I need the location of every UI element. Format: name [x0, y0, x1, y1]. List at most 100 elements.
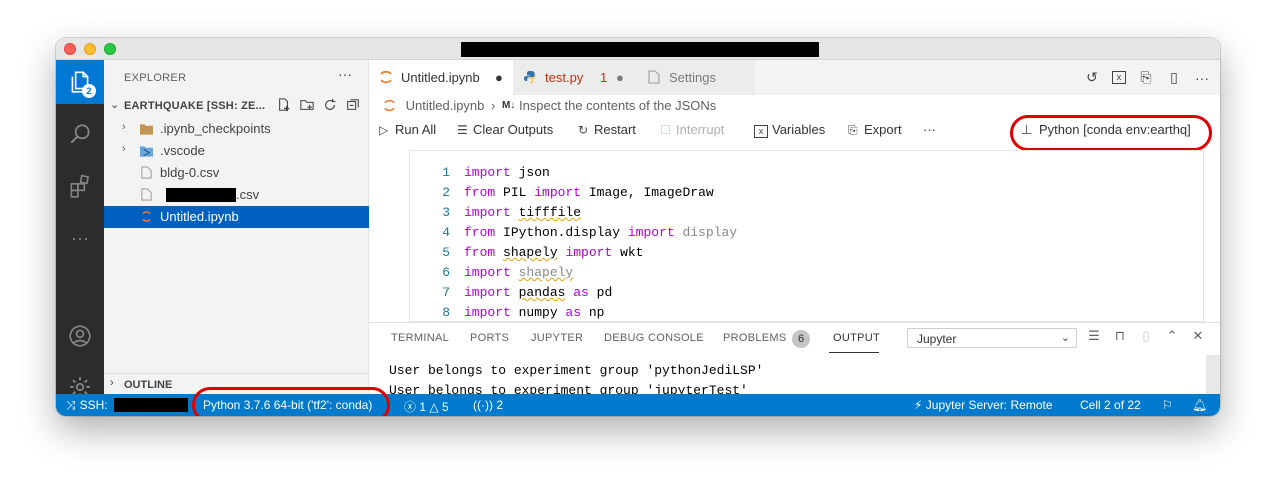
editor-actions: ↺ x ⎘ ▯ ··· — [1084, 69, 1210, 86]
server-environment-icon: ⊥ — [1021, 122, 1033, 137]
run-all-button[interactable]: ▷ Run All — [379, 122, 436, 137]
ports-status[interactable]: ((·)) 2 — [473, 398, 503, 412]
run-interactive-icon[interactable]: ⎘ — [1138, 69, 1154, 86]
tab-label: test.py — [545, 70, 584, 85]
unsaved-dot-icon[interactable]: ● — [616, 70, 624, 85]
code-editor[interactable]: 1 import json 2 from PIL import Image, Imag… — [410, 163, 737, 323]
open-in-editor-icon[interactable]: ▯ — [1138, 328, 1154, 344]
code-token: as — [565, 305, 582, 320]
tab-error-count: 1 — [600, 70, 608, 85]
lock-scroll-icon[interactable]: ⊓ — [1112, 328, 1128, 344]
tab-output[interactable]: OUTPUT — [833, 332, 880, 344]
variables-button[interactable]: x Variables — [754, 122, 825, 138]
tree-item-label: Untitled.ipynb — [160, 209, 239, 224]
notifications-bell-icon[interactable]: 🔔︎ — [1192, 398, 1207, 412]
maximize-panel-icon[interactable]: ⌃ — [1164, 328, 1180, 344]
split-editor-icon[interactable]: ▯ — [1166, 69, 1182, 86]
feedback-icon[interactable]: ⚐ — [1162, 398, 1173, 412]
refresh-icon[interactable] — [323, 98, 337, 112]
folder-icon — [140, 124, 153, 135]
more-activity-icon[interactable]: ··· — [56, 216, 104, 260]
code-token: np — [581, 305, 605, 320]
tab-settings[interactable]: Settings — [637, 60, 755, 95]
output-channel-value: Jupyter — [917, 332, 957, 346]
outline-section[interactable]: › OUTLINE — [104, 373, 369, 394]
breadcrumb-cell[interactable]: Inspect the contents of the JSONs — [519, 98, 716, 113]
tree-item-label: .vscode — [160, 143, 205, 158]
vscode-window: 2 ··· EXPLORER ··· ⌄ EARTHQUAKE [SSH: ZE… — [56, 38, 1220, 416]
chevron-right-icon: › — [110, 377, 114, 389]
tree-item-redacted-csv[interactable]: .csv — [104, 184, 369, 206]
collapse-all-icon[interactable] — [346, 98, 360, 112]
warning-icon: △ — [429, 400, 439, 414]
code-line: 4 from IPython.display import display — [410, 223, 737, 243]
code-token: import — [565, 245, 613, 260]
problems-status[interactable]: ⓧ 1 △ 5 — [404, 398, 449, 415]
code-token: PIL — [495, 185, 535, 200]
tab-debug-console[interactable]: DEBUG CONSOLE — [604, 332, 704, 344]
export-button[interactable]: ⎘ Export — [848, 122, 902, 138]
code-cell[interactable]: 1 import json 2 from PIL import Image, Imag… — [409, 150, 1204, 322]
maximize-window-button[interactable] — [104, 43, 116, 55]
chevron-right-icon: › — [122, 121, 126, 133]
minimize-window-button[interactable] — [84, 43, 96, 55]
tree-item-label: .ipynb_checkpoints — [160, 121, 271, 136]
chevron-down-icon: ⌄ — [1060, 332, 1070, 344]
breadcrumb-file[interactable]: Untitled.ipynb — [406, 98, 485, 113]
toolbar-more-button[interactable]: ··· — [923, 122, 936, 137]
more-actions-icon[interactable]: ··· — [1194, 70, 1210, 86]
active-tab-indicator — [829, 352, 879, 353]
kernel-picker[interactable]: ⊥ Python [conda env:earthq] — [1021, 122, 1191, 138]
jupyter-server-status[interactable]: ⚡ Jupyter Server: Remote — [914, 398, 1053, 412]
tab-ports[interactable]: PORTS — [470, 332, 509, 344]
code-token: import — [464, 305, 511, 320]
restart-button[interactable]: ↻ Restart — [578, 122, 636, 137]
tab-test-py[interactable]: test.py 1 ● — [513, 60, 637, 95]
account-icon — [69, 325, 91, 347]
workspace-folder-header[interactable]: ⌄ EARTHQUAKE [SSH: ZE... — [104, 95, 369, 117]
line-number: 4 — [442, 225, 450, 240]
interrupt-button[interactable]: ☐ Interrupt — [660, 122, 724, 137]
status-bar: ⤨ SSH: Python 3.7.6 64-bit ('tf2': conda)… — [56, 387, 1220, 416]
accounts-activity-button[interactable] — [56, 314, 104, 358]
close-panel-icon[interactable]: ✕ — [1190, 328, 1206, 344]
revert-icon[interactable]: ↺ — [1084, 69, 1100, 86]
tree-item-untitled-ipynb[interactable]: Untitled.ipynb — [104, 206, 369, 228]
tab-problems[interactable]: PROBLEMS — [723, 332, 787, 344]
new-file-icon[interactable] — [277, 98, 291, 112]
tab-terminal[interactable]: TERMINAL — [391, 332, 449, 344]
code-token: import — [464, 205, 511, 220]
code-token: from — [464, 245, 496, 260]
explorer-activity-button[interactable]: 2 — [56, 60, 104, 104]
tree-item-ipynb-checkpoints[interactable]: › .ipynb_checkpoints — [104, 118, 369, 140]
code-token: import — [464, 165, 511, 180]
cell-indicator[interactable]: Cell 2 of 22 — [1080, 398, 1141, 412]
tree-item-bldg-csv[interactable]: bldg-0.csv — [104, 162, 369, 184]
kernel-label: Python [conda env:earthq] — [1039, 122, 1191, 137]
unsaved-dot-icon[interactable]: ● — [495, 70, 503, 85]
tab-untitled-ipynb[interactable]: Untitled.ipynb ● — [369, 60, 513, 95]
extensions-activity-button[interactable] — [56, 164, 104, 208]
variables-view-icon[interactable]: x — [1112, 71, 1126, 84]
code-text: import tifffile — [464, 203, 581, 223]
search-activity-button[interactable] — [56, 112, 104, 156]
export-label: Export — [864, 122, 902, 137]
code-text: import json — [464, 163, 550, 183]
output-channel-select[interactable]: Jupyter ⌄ — [907, 328, 1077, 348]
clear-outputs-button[interactable]: ☰ Clear Outputs — [457, 122, 553, 137]
close-window-button[interactable] — [64, 43, 76, 55]
tree-item-vscode[interactable]: › .vscode — [104, 140, 369, 162]
server-icon: ⚡ — [914, 398, 923, 412]
tab-jupyter[interactable]: JUPYTER — [531, 332, 583, 344]
code-line: 5 from shapely import wkt — [410, 243, 737, 263]
markdown-cell-icon: M↓ — [502, 100, 516, 112]
python-interpreter-selector[interactable]: Python 3.7.6 64-bit ('tf2': conda) — [203, 398, 372, 412]
clear-output-icon[interactable]: ☰ — [1086, 328, 1102, 344]
code-line: 3 import tifffile — [410, 203, 737, 223]
clear-all-icon: ☰ — [457, 123, 468, 137]
explorer-more-button[interactable]: ··· — [338, 66, 352, 82]
interrupt-label: Interrupt — [676, 122, 725, 137]
title-bar — [56, 38, 1220, 60]
new-folder-icon[interactable] — [300, 98, 314, 112]
